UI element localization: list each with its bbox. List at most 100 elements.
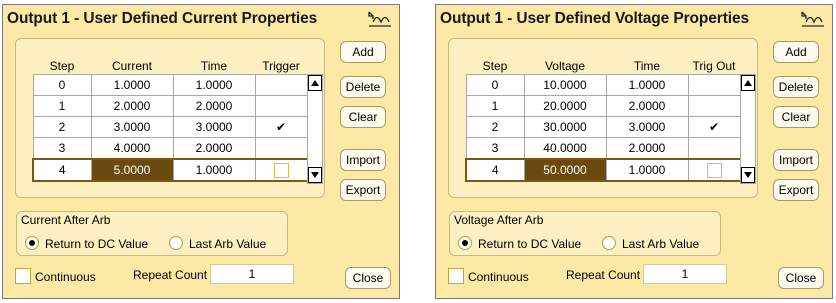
voltage-cell[interactable]: 30.0000 bbox=[523, 116, 607, 138]
dialog-titlebar: Output 1 - User Defined Voltage Properti… bbox=[436, 5, 832, 33]
step-cell[interactable]: 0 bbox=[32, 74, 92, 96]
trigger-cell[interactable] bbox=[254, 95, 308, 117]
step-cell[interactable]: 3 bbox=[465, 137, 525, 160]
export-button[interactable]: Export bbox=[340, 179, 386, 201]
time-cell[interactable]: 2.0000 bbox=[172, 95, 256, 117]
continuous-checkbox[interactable]: Continuous bbox=[448, 268, 529, 284]
column-header-step: Step bbox=[49, 59, 75, 73]
table-row[interactable]: 0 1.0000 1.0000 bbox=[32, 74, 308, 96]
step-cell[interactable]: 0 bbox=[465, 74, 525, 96]
time-cell[interactable]: 1.0000 bbox=[172, 158, 256, 182]
scroll-down-button[interactable] bbox=[741, 167, 755, 183]
step-cell[interactable]: 4 bbox=[465, 158, 525, 182]
close-button[interactable]: Close bbox=[778, 267, 824, 289]
time-cell[interactable]: 3.0000 bbox=[605, 116, 689, 138]
scroll-up-button[interactable] bbox=[308, 75, 322, 91]
column-header-time: Time bbox=[633, 59, 661, 73]
trig-out-checkbox-cell[interactable] bbox=[687, 158, 741, 182]
export-button[interactable]: Export bbox=[773, 179, 819, 201]
table-row-selected[interactable]: 4 50.0000 1.0000 bbox=[465, 158, 741, 182]
scroll-up-button[interactable] bbox=[741, 75, 755, 91]
last-arb-value-label: Last Arb Value bbox=[189, 237, 267, 251]
current-cell[interactable]: 1.0000 bbox=[90, 74, 174, 96]
table-row[interactable]: 0 10.0000 1.0000 bbox=[465, 74, 741, 96]
radio-unselected-icon bbox=[602, 236, 616, 250]
table-row[interactable]: 2 30.0000 3.0000 ✔ bbox=[465, 116, 741, 138]
voltage-cell[interactable]: 10.0000 bbox=[523, 74, 607, 96]
trig-out-cell[interactable] bbox=[687, 137, 741, 160]
current-cell[interactable]: 2.0000 bbox=[90, 95, 174, 117]
voltage-cell[interactable]: 40.0000 bbox=[523, 137, 607, 160]
trig-out-checkbox[interactable] bbox=[706, 162, 722, 178]
table-row[interactable]: 2 3.0000 3.0000 ✔ bbox=[32, 116, 308, 138]
return-to-dc-radio[interactable]: Return to DC Value bbox=[25, 236, 148, 251]
import-button[interactable]: Import bbox=[340, 149, 386, 171]
radio-unselected-icon bbox=[169, 236, 183, 250]
current-cell[interactable]: 4.0000 bbox=[90, 137, 174, 160]
table-row[interactable]: 3 4.0000 2.0000 bbox=[32, 137, 308, 160]
step-cell[interactable]: 2 bbox=[465, 116, 525, 138]
arrow-up-icon bbox=[311, 80, 319, 86]
time-cell[interactable]: 1.0000 bbox=[172, 74, 256, 96]
return-to-dc-radio[interactable]: Return to DC Value bbox=[458, 236, 581, 251]
time-cell[interactable]: 1.0000 bbox=[605, 158, 689, 182]
table-row-selected[interactable]: 4 5.0000 1.0000 bbox=[32, 158, 308, 182]
table-row[interactable]: 1 20.0000 2.0000 bbox=[465, 95, 741, 117]
trigger-checkbox[interactable] bbox=[273, 162, 289, 178]
time-cell[interactable]: 1.0000 bbox=[605, 74, 689, 96]
step-cell[interactable]: 1 bbox=[32, 95, 92, 117]
add-button[interactable]: Add bbox=[773, 41, 819, 63]
scroll-down-button[interactable] bbox=[308, 167, 322, 183]
voltage-cell-active[interactable]: 50.0000 bbox=[523, 158, 607, 182]
continuous-label: Continuous bbox=[35, 270, 96, 284]
time-cell[interactable]: 3.0000 bbox=[172, 116, 256, 138]
delete-button[interactable]: Delete bbox=[340, 76, 386, 98]
trigger-checkbox-cell[interactable] bbox=[254, 158, 308, 182]
step-cell[interactable]: 4 bbox=[32, 158, 92, 182]
continuous-checkbox[interactable]: Continuous bbox=[15, 268, 96, 284]
step-cell[interactable]: 1 bbox=[465, 95, 525, 117]
table-scrollbar[interactable] bbox=[740, 74, 756, 184]
last-arb-value-radio[interactable]: Last Arb Value bbox=[169, 236, 266, 251]
repeat-count-input[interactable]: 1 bbox=[210, 264, 294, 284]
step-cell[interactable]: 3 bbox=[32, 137, 92, 160]
time-cell[interactable]: 2.0000 bbox=[172, 137, 256, 160]
arb-waveform-icon bbox=[368, 11, 391, 27]
column-header-current: Current bbox=[111, 59, 152, 73]
clear-button[interactable]: Clear bbox=[773, 106, 819, 128]
after-arb-label: Current After Arb bbox=[21, 213, 111, 227]
arb-waveform-icon bbox=[801, 11, 824, 27]
after-arb-group: Voltage After Arb Return to DC Value Las… bbox=[449, 211, 721, 256]
table-scrollbar[interactable] bbox=[307, 74, 323, 184]
last-arb-value-radio[interactable]: Last Arb Value bbox=[602, 236, 699, 251]
table-row[interactable]: 1 2.0000 2.0000 bbox=[32, 95, 308, 117]
trigger-cell[interactable] bbox=[254, 74, 308, 96]
clear-button[interactable]: Clear bbox=[340, 106, 386, 128]
arrow-down-icon bbox=[311, 172, 319, 178]
step-cell[interactable]: 2 bbox=[32, 116, 92, 138]
close-button[interactable]: Close bbox=[345, 267, 391, 289]
column-header-trig-out: Trig Out bbox=[692, 59, 736, 73]
import-button[interactable]: Import bbox=[773, 149, 819, 171]
trig-out-checkmark[interactable]: ✔ bbox=[687, 116, 741, 138]
column-header-voltage: Voltage bbox=[544, 59, 586, 73]
return-to-dc-label: Return to DC Value bbox=[45, 237, 149, 251]
time-cell[interactable]: 2.0000 bbox=[605, 137, 689, 160]
dialog-title: Output 1 - User Defined Voltage Properti… bbox=[440, 10, 750, 27]
table-row[interactable]: 3 40.0000 2.0000 bbox=[465, 137, 741, 160]
checkbox-icon[interactable] bbox=[448, 268, 464, 284]
checkbox-icon[interactable] bbox=[15, 268, 31, 284]
voltage-cell[interactable]: 20.0000 bbox=[523, 95, 607, 117]
time-cell[interactable]: 2.0000 bbox=[605, 95, 689, 117]
delete-button[interactable]: Delete bbox=[773, 76, 819, 98]
current-cell-active[interactable]: 5.0000 bbox=[90, 158, 174, 182]
after-arb-group: Current After Arb Return to DC Value Las… bbox=[16, 211, 288, 256]
trigger-cell[interactable] bbox=[254, 137, 308, 160]
trig-out-cell[interactable] bbox=[687, 74, 741, 96]
current-cell[interactable]: 3.0000 bbox=[90, 116, 174, 138]
trig-out-cell[interactable] bbox=[687, 95, 741, 117]
repeat-count-input[interactable]: 1 bbox=[643, 264, 727, 284]
trigger-checkmark[interactable]: ✔ bbox=[254, 116, 308, 138]
last-arb-value-label: Last Arb Value bbox=[622, 237, 700, 251]
add-button[interactable]: Add bbox=[340, 41, 386, 63]
